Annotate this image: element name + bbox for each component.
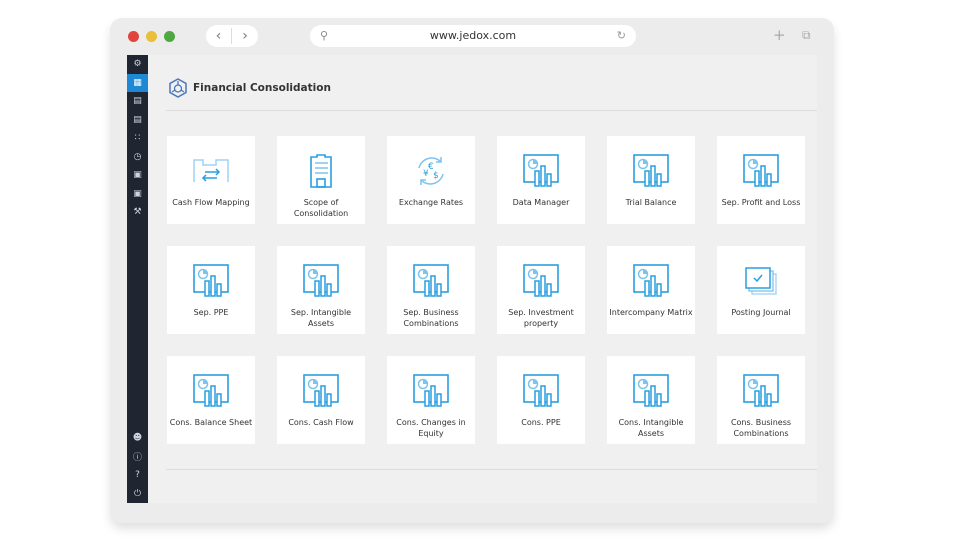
reports-icon[interactable]: ▤ (127, 92, 148, 111)
app-tile[interactable]: Cons. Balance Sheet (167, 356, 255, 444)
app-tile[interactable]: Cons. Business Combinations (717, 356, 805, 444)
tile-label: Sep. Intangible Assets (290, 308, 352, 328)
new-tab-button[interactable]: + (773, 26, 786, 44)
table-icon[interactable]: ▤ (127, 111, 148, 130)
power-icon[interactable]: ⏻ (127, 485, 148, 504)
user-icon[interactable]: ☻ (127, 429, 148, 448)
chart-icon (523, 154, 559, 187)
app-tile[interactable]: Intercompany Matrix (607, 246, 695, 334)
tile-label: Intercompany Matrix (609, 308, 693, 317)
forward-button[interactable]: › (232, 28, 258, 44)
app-tile[interactable]: Cons. PPE (497, 356, 585, 444)
chart-icon (413, 264, 449, 297)
chart-icon (743, 154, 779, 187)
back-button[interactable]: ‹ (206, 28, 232, 44)
chart-icon (413, 374, 449, 407)
mapping-icon (193, 159, 229, 182)
app-tile[interactable]: ¥ € $ Exchange Rates (387, 136, 475, 224)
browser-window: ‹ › ⚲ www.jedox.com ↻ + ⧉ ⚙ ▦ ▤ ▤ ∷ ◷ ▣ … (110, 18, 834, 523)
url-text: www.jedox.com (429, 29, 517, 42)
dashboard-icon[interactable]: ▦ (127, 73, 148, 92)
chart-icon (743, 374, 779, 407)
close-window-button[interactable] (128, 31, 139, 42)
chart-icon (633, 264, 669, 297)
help-icon[interactable]: ? (127, 466, 148, 485)
tabs-icon[interactable]: ⧉ (802, 28, 811, 43)
tile-label: Posting Journal (731, 308, 791, 317)
tile-label: Cons. Business Combinations (730, 418, 792, 438)
app-tile[interactable]: Sep. Business Combinations (387, 246, 475, 334)
app-tile[interactable]: Scope of Consolidation (277, 136, 365, 224)
jedox-logo-icon (169, 78, 187, 98)
timer-icon[interactable]: ◷ (127, 148, 148, 167)
tile-label: Cons. Balance Sheet (169, 418, 253, 427)
app-tile[interactable]: Trial Balance (607, 136, 695, 224)
model-icon[interactable]: ∷ (127, 129, 148, 148)
search-icon: ⚲ (320, 29, 329, 42)
tile-label: Data Manager (512, 198, 570, 207)
address-bar[interactable]: ⚲ www.jedox.com ↻ (310, 25, 636, 47)
reload-icon[interactable]: ↻ (617, 25, 626, 47)
app-tile[interactable]: Posting Journal (717, 246, 805, 334)
app-tile[interactable]: Cons. Changes in Equity (387, 356, 475, 444)
chart-icon (193, 264, 229, 297)
building-icon (310, 154, 332, 188)
footer-divider (166, 469, 817, 470)
tile-label: Sep. Investment property (508, 308, 574, 328)
tile-label: Trial Balance (625, 198, 677, 207)
toolbox-icon[interactable]: ▣ (127, 185, 148, 204)
tile-label: Cons. Changes in Equity (396, 418, 466, 438)
chart-icon (633, 154, 669, 187)
tile-label: Cons. Intangible Assets (618, 418, 684, 438)
tile-label: Sep. Business Combinations (403, 308, 459, 328)
exchange-icon: ¥€$ (418, 157, 444, 185)
app-tile[interactable]: Sep. Intangible Assets (277, 246, 365, 334)
briefcase-icon[interactable]: ▣ (127, 166, 148, 185)
info-icon[interactable]: ⓘ (127, 448, 148, 467)
tile-label: Cons. Cash Flow (288, 418, 354, 427)
page-title: Financial Consolidation (193, 82, 331, 94)
sidebar: ⚙ ▦ ▤ ▤ ∷ ◷ ▣ ▣ ⚒ ☻ ⓘ ? ⏻ (127, 55, 148, 503)
chart-icon (523, 264, 559, 297)
maximize-window-button[interactable] (164, 31, 175, 42)
chart-icon (633, 374, 669, 407)
chart-icon (303, 264, 339, 297)
tile-label: Scope of Consolidation (293, 198, 349, 218)
app-tile[interactable]: Data Manager (497, 136, 585, 224)
tile-label: Cons. PPE (521, 418, 561, 427)
chart-icon (193, 374, 229, 407)
app-tile[interactable]: Cons. Intangible Assets (607, 356, 695, 444)
page-header: Financial Consolidation (168, 78, 331, 98)
app-tile[interactable]: Sep. Profit and Loss (717, 136, 805, 224)
journal-icon (745, 267, 777, 295)
app-tile[interactable]: Sep. Investment property (497, 246, 585, 334)
tile-label: Sep. PPE (193, 308, 229, 317)
wrench-icon[interactable]: ⚒ (127, 203, 148, 222)
chart-icon (303, 374, 339, 407)
app-tile[interactable]: Cons. Cash Flow (277, 356, 365, 444)
app-tile[interactable]: Cash Flow Mapping (167, 136, 255, 224)
app-tile[interactable]: Sep. PPE (167, 246, 255, 334)
minimize-window-button[interactable] (146, 31, 157, 42)
tile-label: Sep. Profit and Loss (721, 198, 801, 207)
chart-icon (523, 374, 559, 407)
tile-label: Exchange Rates (398, 198, 464, 207)
svg-text:$: $ (433, 171, 439, 181)
header-divider (166, 110, 817, 111)
settings-icon[interactable]: ⚙ (127, 55, 148, 74)
tile-label: Cash Flow Mapping (172, 198, 250, 207)
nav-buttons: ‹ › (206, 25, 258, 47)
main-content: Financial Consolidation Cash Flow Mappin… (148, 55, 817, 503)
